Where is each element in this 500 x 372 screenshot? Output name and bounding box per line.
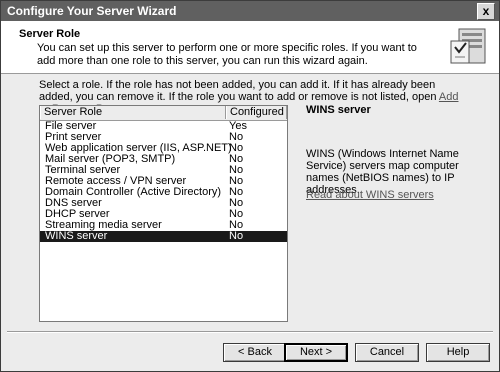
page-title: Server Role [19, 28, 81, 40]
list-header: Server Role Configured [40, 106, 287, 121]
server-wizard-icon [450, 28, 486, 64]
read-about-wins-link[interactable]: Read about WINS servers [306, 189, 434, 201]
page-description: You can set up this server to perform on… [37, 42, 417, 67]
help-button[interactable]: Help [426, 343, 490, 362]
wizard-header: Server Role You can set up this server t… [1, 21, 499, 74]
server-roles-list[interactable]: Server Role Configured File server Yes Pri… [39, 105, 288, 322]
back-button[interactable]: < Back [223, 343, 287, 362]
table-row[interactable]: WINS server No [40, 231, 287, 242]
intro-instructions: Select a role. If the role has not been … [39, 79, 437, 103]
next-button[interactable]: Next > [284, 343, 348, 362]
column-header-configured[interactable]: Configured [226, 106, 287, 119]
cancel-button[interactable]: Cancel [355, 343, 419, 362]
role-detail-title: WINS server [306, 104, 371, 116]
title-bar[interactable]: Configure Your Server Wizard x [1, 1, 499, 21]
wizard-window: Configure Your Server Wizard x Server Ro… [0, 0, 500, 372]
role-configured-status: No [229, 230, 244, 242]
window-title: Configure Your Server Wizard [7, 4, 177, 18]
close-button[interactable]: x [477, 3, 495, 20]
column-header-server-role[interactable]: Server Role [40, 106, 226, 119]
divider [7, 331, 493, 333]
role-name: WINS server [45, 230, 108, 242]
